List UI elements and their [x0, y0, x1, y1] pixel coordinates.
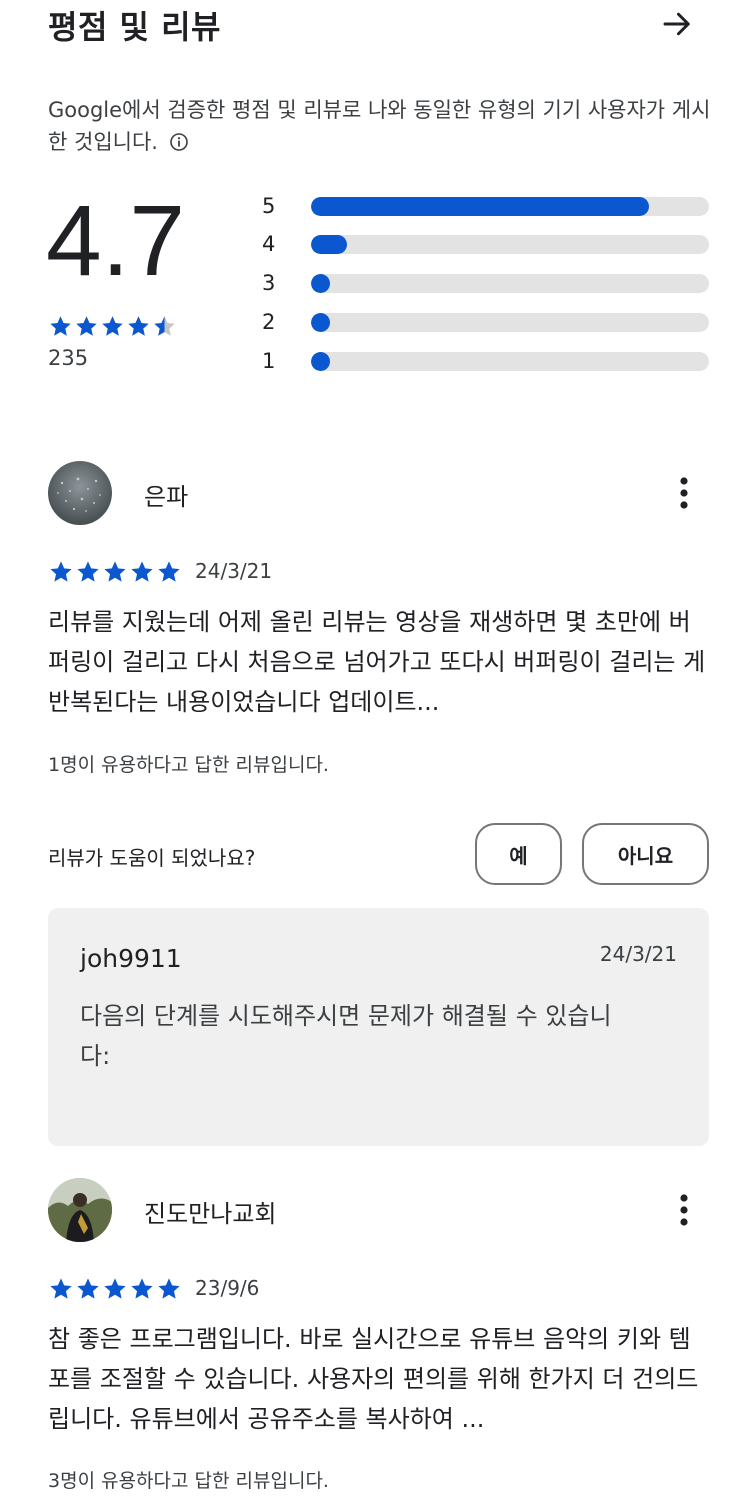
histogram-bar: [311, 274, 330, 293]
review-date: 23/9/6: [195, 1276, 260, 1300]
histogram-row: 5: [262, 191, 712, 221]
helpful-question: 리뷰가 도움이 되었나요?: [48, 846, 256, 870]
histogram-bar: [311, 352, 330, 371]
avatar: [48, 1178, 112, 1242]
histogram-track: [311, 197, 709, 216]
reply-text: 다음의 단계를 시도해주시면 문제가 해결될 수 있습니다:: [80, 1002, 612, 1070]
histogram-track: [311, 313, 709, 332]
review-text[interactable]: 리뷰를 지웠는데 어제 올린 리뷰는 영상을 재생하면 몇 초만에 버퍼링이 걸…: [48, 602, 708, 722]
histogram-label: 3: [262, 271, 276, 295]
avatar: [48, 461, 112, 525]
histogram-bar: [311, 235, 347, 254]
helpful-count: 3명이 유용하다고 답한 리뷰입니다.: [48, 1470, 329, 1492]
histogram-track: [311, 274, 709, 293]
histogram-label: 1: [262, 349, 276, 373]
histogram-bar: [311, 197, 650, 216]
ratings-description: Google에서 검증한 평점 및 리뷰로 나와 동일한 유형의 기기 사용자가…: [48, 94, 718, 161]
histogram-row: 1: [262, 346, 712, 376]
histogram-label: 5: [262, 194, 276, 218]
info-icon[interactable]: [169, 129, 189, 161]
star-icon: [158, 1278, 180, 1299]
reply-author: joh9911: [80, 944, 182, 973]
review-stars: [48, 1276, 182, 1302]
review-date: 24/3/21: [195, 559, 273, 583]
star-icon: [50, 316, 71, 336]
star-icon: [104, 561, 126, 582]
helpful-count: 1명이 유용하다고 답한 리뷰입니다.: [48, 754, 329, 776]
total-rating-count: 235: [48, 346, 89, 370]
developer-reply: joh9911 24/3/21 다음의 단계를 시도해주시면 문제가 해결될 수…: [48, 908, 709, 1146]
review-author: 진도만나교회: [144, 1200, 277, 1228]
header: 평점 및 리뷰: [0, 0, 756, 50]
review-more-button[interactable]: [664, 1186, 704, 1234]
more-vert-icon: [680, 477, 688, 509]
star-icon: [154, 316, 175, 336]
star-icon: [76, 316, 97, 336]
helpful-no-button[interactable]: 아니요: [582, 823, 709, 885]
review-text[interactable]: 참 좋은 프로그램입니다. 바로 실시간으로 유튜브 음악의 키와 템포를 조절…: [48, 1319, 708, 1439]
more-vert-icon: [680, 1194, 688, 1226]
histogram-label: 4: [262, 232, 276, 256]
star-icon: [77, 561, 99, 582]
page-title: 평점 및 리뷰: [48, 8, 221, 46]
average-rating: 4.7: [46, 185, 186, 297]
histogram-bar: [311, 313, 330, 332]
star-icon: [128, 316, 149, 336]
open-ratings-button[interactable]: [652, 0, 702, 48]
review-stars: [48, 559, 182, 585]
star-icon: [50, 561, 72, 582]
ratings-description-text: Google에서 검증한 평점 및 리뷰로 나와 동일한 유형의 기기 사용자가…: [48, 98, 711, 154]
reply-date: 24/3/21: [599, 942, 677, 966]
histogram-row: 4: [262, 229, 712, 259]
star-icon: [131, 561, 153, 582]
star-icon: [158, 561, 180, 582]
star-icon: [50, 1278, 72, 1299]
star-icon: [102, 316, 123, 336]
arrow-right-icon: [663, 12, 690, 36]
star-icon: [104, 1278, 126, 1299]
histogram-row: 2: [262, 307, 712, 337]
star-icon: [131, 1278, 153, 1299]
histogram-row: 3: [262, 268, 712, 298]
star-icon: [77, 1278, 99, 1299]
review-author: 은파: [144, 483, 189, 511]
summary-stars: [48, 314, 177, 339]
histogram-track: [311, 235, 709, 254]
histogram-track: [311, 352, 709, 371]
helpful-yes-button[interactable]: 예: [475, 823, 562, 885]
review-more-button[interactable]: [664, 469, 704, 517]
histogram-label: 2: [262, 310, 276, 334]
